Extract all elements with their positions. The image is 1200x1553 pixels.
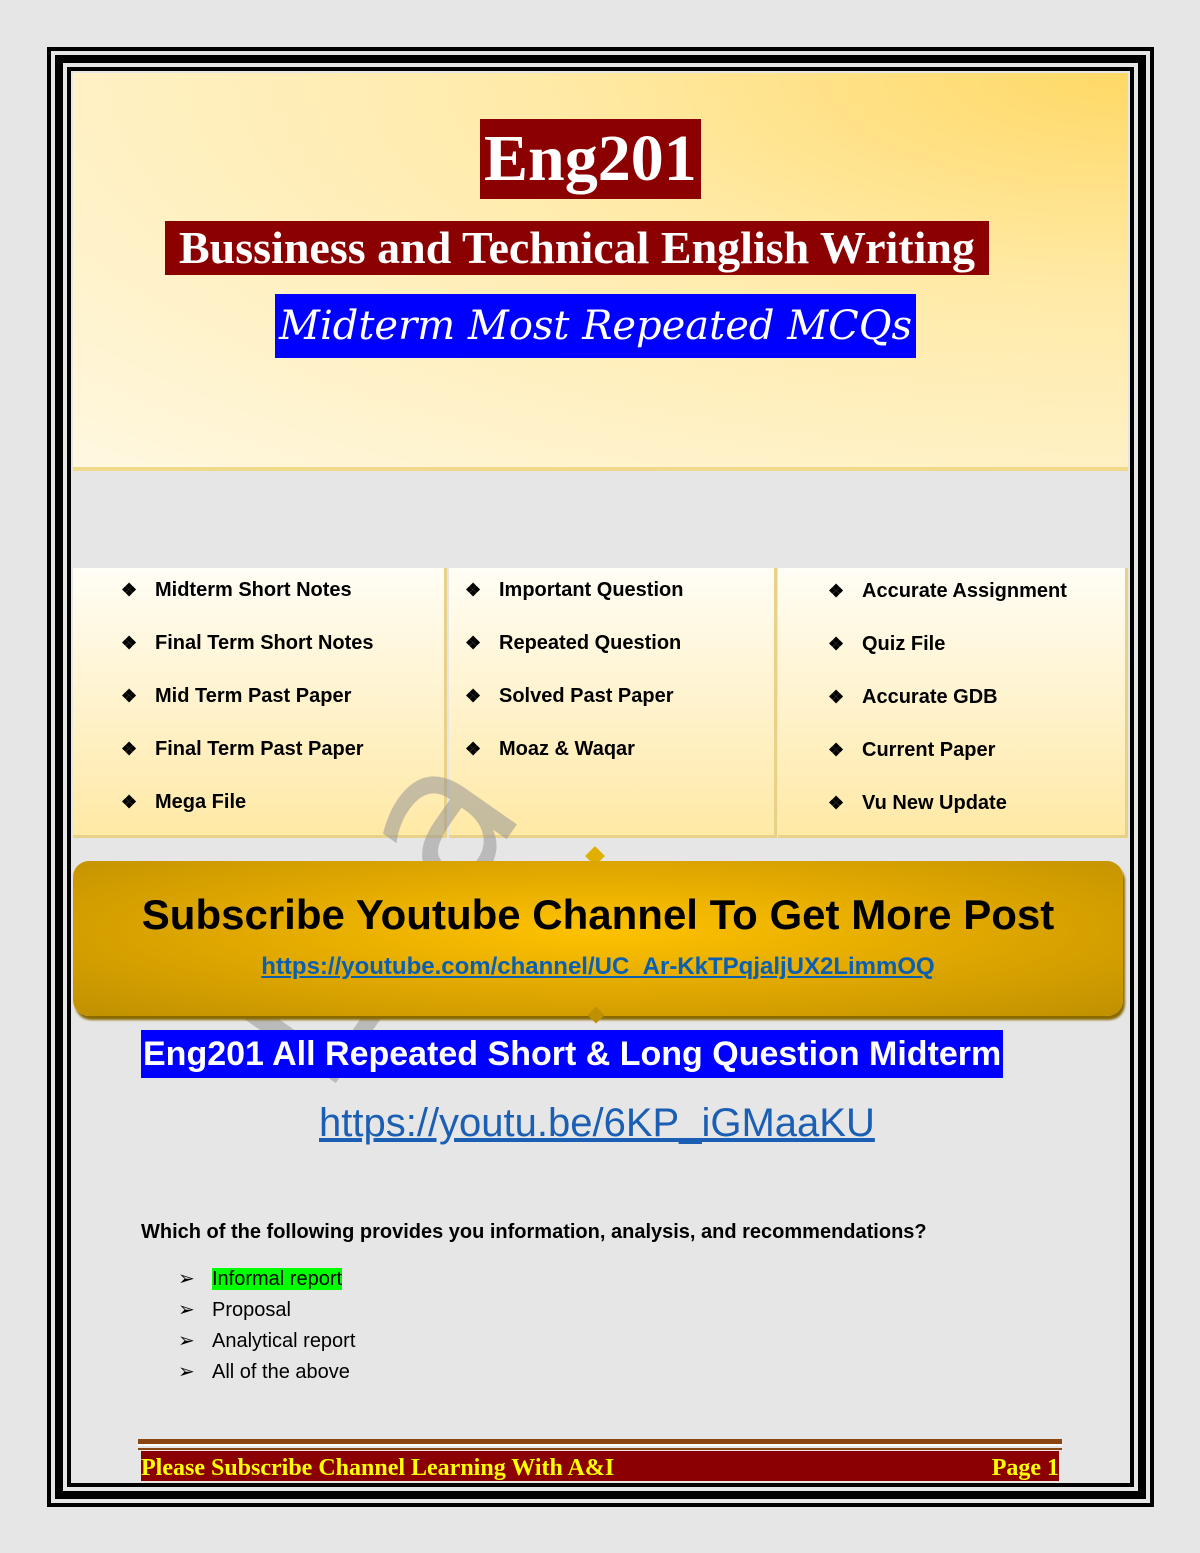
subscribe-banner: Subscribe Youtube Channel To Get More Po… [73,861,1123,1016]
resource-label: Quiz File [862,633,946,655]
option-label: Analytical report [212,1330,356,1352]
resource-label: Accurate Assignment [862,580,1067,602]
resource-label: Important Question [499,579,684,601]
resource-label: Midterm Short Notes [155,579,352,601]
subscribe-heading: Subscribe Youtube Channel To Get More Po… [141,891,1055,938]
resource-item: ❖ Accurate GDB [828,683,1125,736]
answer-option: ➢ Informal report [178,1265,355,1296]
resource-item: ❖ Final Term Short Notes [121,629,444,682]
hero-banner: Eng201 Bussiness and Technical English W… [73,73,1128,471]
diamond-bullet-icon: ❖ [465,686,482,706]
footer-text: Please Subscribe Channel Learning With A… [141,1455,615,1481]
resource-label: Mega File [155,791,247,813]
option-label: All of the above [212,1361,350,1383]
option-label: Proposal [212,1299,291,1321]
resource-label: Vu New Update [862,792,1007,814]
course-code: Eng201 [480,119,701,199]
resource-item: ❖ Vu New Update [828,789,1125,842]
resource-label: Repeated Question [499,632,682,654]
diamond-bullet-icon: ❖ [465,739,482,759]
resource-item: ❖ Important Question [465,576,774,629]
arrow-bullet-icon: ➢ [178,1299,195,1321]
resource-item: ❖ Repeated Question [465,629,774,682]
arrow-bullet-icon: ➢ [178,1268,195,1290]
diamond-bullet-icon: ❖ [828,634,845,654]
resource-label: Final Term Past Paper [155,738,364,760]
option-label: Informal report [212,1268,343,1290]
diamond-bullet-icon: ❖ [121,739,138,759]
resource-item: ❖ Current Paper [828,736,1125,789]
page: Eng201 Bussiness and Technical English W… [73,73,1128,1481]
diamond-bullet-icon: ❖ [121,580,138,600]
resource-label: Final Term Short Notes [155,632,374,654]
resource-label: Mid Term Past Paper [155,685,352,707]
diamond-bullet-icon: ❖ [121,686,138,706]
channel-link[interactable]: https://youtube.com/channel/UC_Ar-KkTPqj… [73,953,1123,981]
diamond-bullet-icon: ❖ [828,687,845,707]
diamond-bullet-icon: ❖ [465,633,482,653]
resource-label: Moaz & Waqar [499,738,635,760]
resource-label: Current Paper [862,739,996,761]
arrow-bullet-icon: ➢ [178,1361,195,1383]
footer: Please Subscribe Channel Learning With A… [141,1451,1059,1481]
answer-option: ➢ Proposal [178,1296,355,1327]
answer-options: ➢ Informal report ➢ Proposal ➢ Analytical rep… [178,1265,355,1389]
diamond-bullet-icon: ❖ [828,581,845,601]
resource-label: Solved Past Paper [499,685,674,707]
answer-option: ➢ All of the above [178,1358,355,1389]
arrow-bullet-icon: ➢ [178,1330,195,1352]
page-number: Page 1 [991,1455,1059,1481]
diamond-bullet-icon: ❖ [121,633,138,653]
resource-item: ❖ Midterm Short Notes [121,576,444,629]
video-link[interactable]: https://youtu.be/6KP_iGMaaKU [319,1101,875,1146]
diamond-bullet-icon: ❖ [828,793,845,813]
diamond-bullet-icon: ❖ [465,580,482,600]
diamond-bullet-icon: ❖ [828,740,845,760]
resource-item: ❖ Quiz File [828,630,1125,683]
promo-title: Eng201 All Repeated Short & Long Questio… [141,1030,1004,1078]
document-subtitle: Midterm Most Repeated MCQs [275,294,917,358]
resource-column-3: ❖ Accurate Assignment ❖ Quiz File ❖ Accurate … [778,568,1128,838]
resource-label: Accurate GDB [862,686,998,708]
footer-divider [138,1439,1062,1446]
question-text: Which of the following provides you info… [141,1221,927,1243]
course-title: Bussiness and Technical English Writing [165,221,989,275]
resource-item: ❖ Moaz & Waqar [465,735,774,788]
diamond-bullet-icon: ❖ [121,792,138,812]
resource-item: ❖ Accurate Assignment [828,577,1125,630]
footer-divider [138,1448,1062,1450]
resource-item: ❖ Solved Past Paper [465,682,774,735]
answer-option: ➢ Analytical report [178,1327,355,1358]
